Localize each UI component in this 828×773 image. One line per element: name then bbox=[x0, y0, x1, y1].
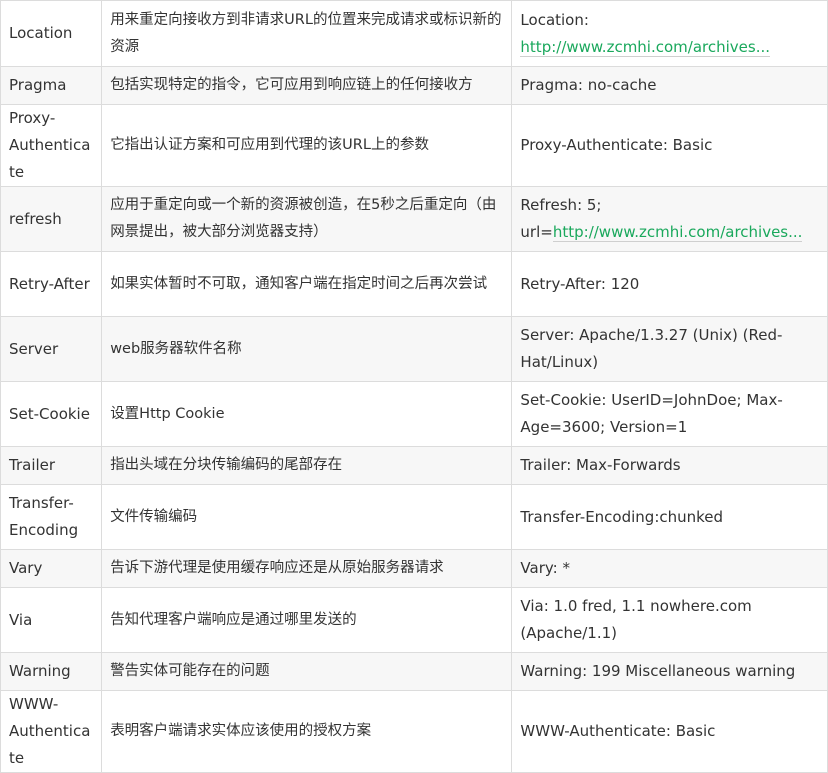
description-cell: 应用于重定向或一个新的资源被创造，在5秒之后重定向（由网景提出，被大部分浏览器支… bbox=[101, 186, 513, 252]
description-cell: 如果实体暂时不可取，通知客户端在指定时间之后再次尝试 bbox=[101, 251, 513, 317]
table-row: Warning 警告实体可能存在的问题 Warning: 199 Miscell… bbox=[0, 652, 828, 691]
table-row: Via 告知代理客户端响应是通过哪里发送的 Via: 1.0 fred, 1.1… bbox=[0, 587, 828, 653]
description-cell: 包括实现特定的指令，它可应用到响应链上的任何接收方 bbox=[101, 66, 513, 105]
table-row: Proxy-Authenticate 它指出认证方案和可应用到代理的该URL上的… bbox=[0, 104, 828, 187]
table-row: Retry-After 如果实体暂时不可取，通知客户端在指定时间之后再次尝试 R… bbox=[0, 251, 828, 317]
header-name-cell: Retry-After bbox=[0, 251, 103, 317]
description-cell: 警告实体可能存在的问题 bbox=[101, 652, 513, 691]
header-name-cell: refresh bbox=[0, 186, 103, 252]
example-cell: Retry-After: 120 bbox=[511, 251, 828, 317]
table-row: Trailer 指出头域在分块传输编码的尾部存在 Trailer: Max-Fo… bbox=[0, 446, 828, 485]
example-cell: Via: 1.0 fred, 1.1 nowhere.com (Apache/1… bbox=[511, 587, 828, 653]
example-cell: Set-Cookie: UserID=JohnDoe; Max-Age=3600… bbox=[511, 381, 828, 447]
table-row: Server web服务器软件名称 Server: Apache/1.3.27 … bbox=[0, 316, 828, 382]
example-cell: Location: http://www.zcmhi.com/archives.… bbox=[511, 0, 828, 67]
table-row: Transfer-Encoding 文件传输编码 Transfer-Encodi… bbox=[0, 484, 828, 550]
example-cell: Proxy-Authenticate: Basic bbox=[511, 104, 828, 187]
table-row: Vary 告诉下游代理是使用缓存响应还是从原始服务器请求 Vary: * bbox=[0, 549, 828, 588]
example-cell: Refresh: 5; url=http://www.zcmhi.com/arc… bbox=[511, 186, 828, 252]
table-row: Location 用来重定向接收方到非请求URL的位置来完成请求或标识新的资源 … bbox=[0, 0, 828, 67]
header-name-cell: Server bbox=[0, 316, 103, 382]
example-cell: WWW-Authenticate: Basic bbox=[511, 690, 828, 773]
description-cell: 设置Http Cookie bbox=[101, 381, 513, 447]
header-name-cell: Proxy-Authenticate bbox=[0, 104, 103, 187]
description-cell: 告诉下游代理是使用缓存响应还是从原始服务器请求 bbox=[101, 549, 513, 588]
http-headers-table: Location 用来重定向接收方到非请求URL的位置来完成请求或标识新的资源 … bbox=[0, 0, 828, 773]
header-name-cell: Vary bbox=[0, 549, 103, 588]
description-cell: 它指出认证方案和可应用到代理的该URL上的参数 bbox=[101, 104, 513, 187]
table-row: Pragma 包括实现特定的指令，它可应用到响应链上的任何接收方 Pragma:… bbox=[0, 66, 828, 105]
header-name-cell: Trailer bbox=[0, 446, 103, 485]
example-cell: Vary: * bbox=[511, 549, 828, 588]
table-row: WWW-Authenticate 表明客户端请求实体应该使用的授权方案 WWW-… bbox=[0, 690, 828, 773]
table-row: refresh 应用于重定向或一个新的资源被创造，在5秒之后重定向（由网景提出，… bbox=[0, 186, 828, 252]
header-name-cell: Pragma bbox=[0, 66, 103, 105]
description-cell: 表明客户端请求实体应该使用的授权方案 bbox=[101, 690, 513, 773]
description-cell: 告知代理客户端响应是通过哪里发送的 bbox=[101, 587, 513, 653]
example-cell: Trailer: Max-Forwards bbox=[511, 446, 828, 485]
example-text: Location: bbox=[520, 10, 589, 29]
header-name-cell: Transfer-Encoding bbox=[0, 484, 103, 550]
table-row: Set-Cookie 设置Http Cookie Set-Cookie: Use… bbox=[0, 381, 828, 447]
example-cell: Transfer-Encoding:chunked bbox=[511, 484, 828, 550]
example-link[interactable]: http://www.zcmhi.com/archives... bbox=[520, 37, 771, 57]
example-link[interactable]: http://www.zcmhi.com/archives... bbox=[552, 223, 803, 242]
example-cell: Warning: 199 Miscellaneous warning bbox=[511, 652, 828, 691]
description-cell: 用来重定向接收方到非请求URL的位置来完成请求或标识新的资源 bbox=[101, 0, 513, 67]
header-name-cell: Location bbox=[0, 0, 103, 67]
example-cell: Server: Apache/1.3.27 (Unix) (Red-Hat/Li… bbox=[511, 316, 828, 382]
header-name-cell: Set-Cookie bbox=[0, 381, 103, 447]
header-name-cell: WWW-Authenticate bbox=[0, 690, 103, 773]
description-cell: web服务器软件名称 bbox=[101, 316, 513, 382]
header-name-cell: Via bbox=[0, 587, 103, 653]
header-name-cell: Warning bbox=[0, 652, 103, 691]
description-cell: 指出头域在分块传输编码的尾部存在 bbox=[101, 446, 513, 485]
description-cell: 文件传输编码 bbox=[101, 484, 513, 550]
example-cell: Pragma: no-cache bbox=[511, 66, 828, 105]
